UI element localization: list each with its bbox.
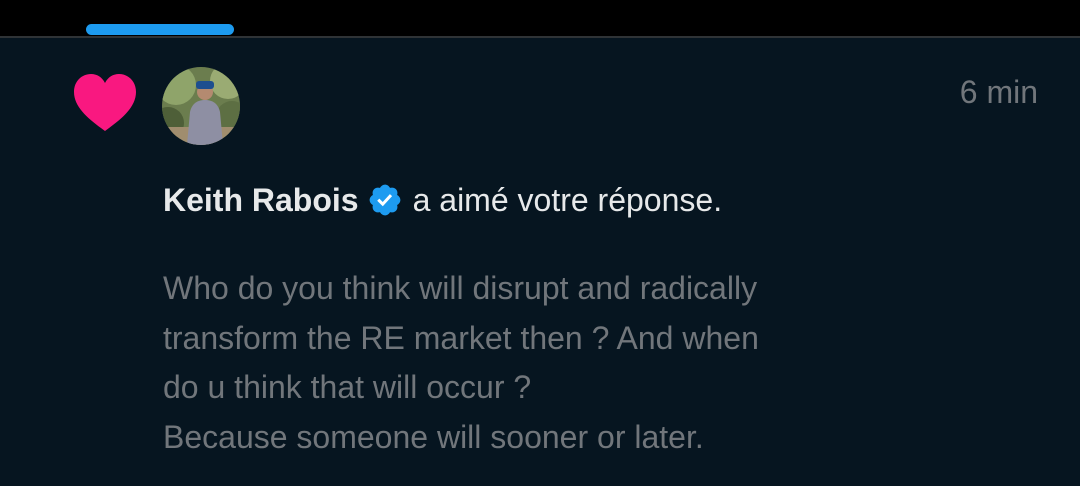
heart-icon	[74, 74, 136, 131]
active-tab-indicator[interactable]	[86, 24, 234, 35]
notification-time: 6 min	[959, 74, 1038, 110]
verified-badge-icon	[369, 184, 400, 216]
reply-line: Because someone will sooner or later.	[163, 418, 704, 455]
avatar[interactable]	[162, 67, 240, 145]
notification-headline: Keith Rabois a aimé votre réponse.	[163, 178, 722, 222]
reply-text[interactable]: Who do you think will disrupt and radica…	[163, 264, 943, 462]
reply-line: transform the RE market then ? And when	[163, 319, 759, 356]
reply-line: do u think that will occur ?	[163, 369, 532, 405]
top-tab-bar	[0, 0, 1080, 37]
action-text: a aimé votre réponse.	[412, 182, 723, 218]
avatar-image	[162, 67, 240, 145]
user-name[interactable]: Keith Rabois	[163, 178, 359, 222]
reply-line: Who do you think will disrupt and radica…	[163, 270, 758, 306]
